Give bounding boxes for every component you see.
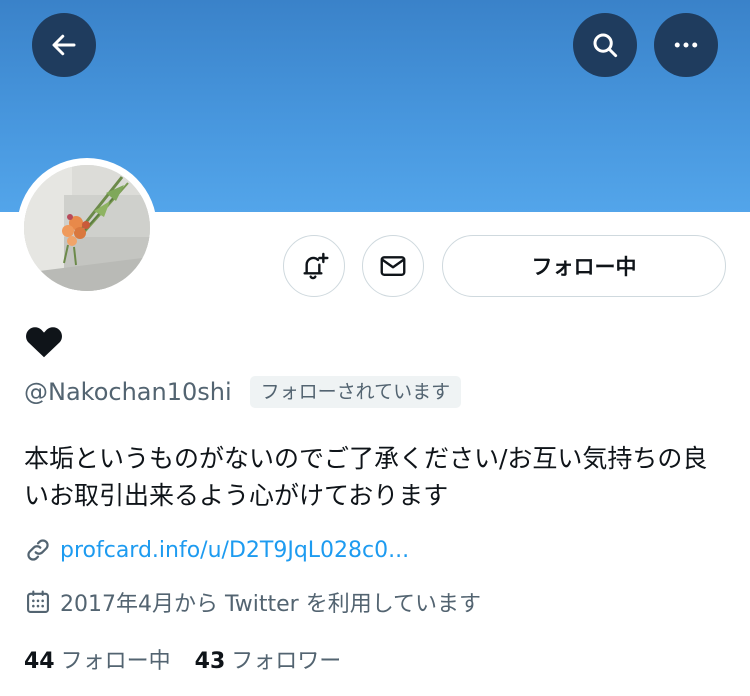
more-button[interactable]: [654, 13, 718, 77]
message-button[interactable]: [362, 235, 424, 297]
following-count: 44: [24, 649, 55, 674]
mail-icon: [380, 256, 406, 276]
user-handle: @Nakochan10shi: [24, 378, 232, 406]
following-button-label: フォロー中: [531, 255, 637, 279]
following-stat[interactable]: 44 フォロー中: [24, 643, 171, 675]
followers-stat[interactable]: 43 フォロワー: [195, 643, 342, 675]
notify-button[interactable]: [283, 235, 345, 297]
display-name: ❤: [24, 324, 64, 362]
profile-link-row[interactable]: profcard.info/u/D2T9JqL028c0...: [24, 536, 409, 564]
follows-you-badge: フォローされています: [249, 376, 462, 408]
search-icon: [593, 33, 618, 58]
profile-link[interactable]: profcard.info/u/D2T9JqL028c0...: [60, 538, 409, 563]
following-button[interactable]: フォロー中: [442, 235, 726, 297]
handle-row: @Nakochan10shi フォローされています: [24, 374, 462, 410]
link-icon: [27, 539, 49, 561]
following-label: フォロー中: [60, 649, 171, 674]
profile-bio: 本垢というものがないのでご了承ください/お互い気持ちの良いお取引出来るよう心がけ…: [24, 444, 708, 510]
more-horizontal-icon: [674, 42, 698, 48]
followers-label: フォロワー: [231, 649, 342, 674]
join-date: 2017年4月から Twitter を利用しています: [60, 592, 482, 617]
followers-count: 43: [194, 649, 226, 674]
back-button[interactable]: [32, 13, 96, 77]
join-date-row: 2017年4月から Twitter を利用しています: [24, 586, 481, 618]
bell-plus-icon: [303, 252, 329, 280]
avatar[interactable]: [17, 158, 157, 298]
avatar-image: [24, 165, 150, 291]
arrow-left-icon: [52, 34, 76, 56]
search-button[interactable]: [573, 13, 637, 77]
follow-stats: 44 フォロー中 43 フォロワー: [24, 643, 341, 675]
calendar-icon: [27, 590, 49, 613]
heart-icon: [26, 327, 62, 358]
